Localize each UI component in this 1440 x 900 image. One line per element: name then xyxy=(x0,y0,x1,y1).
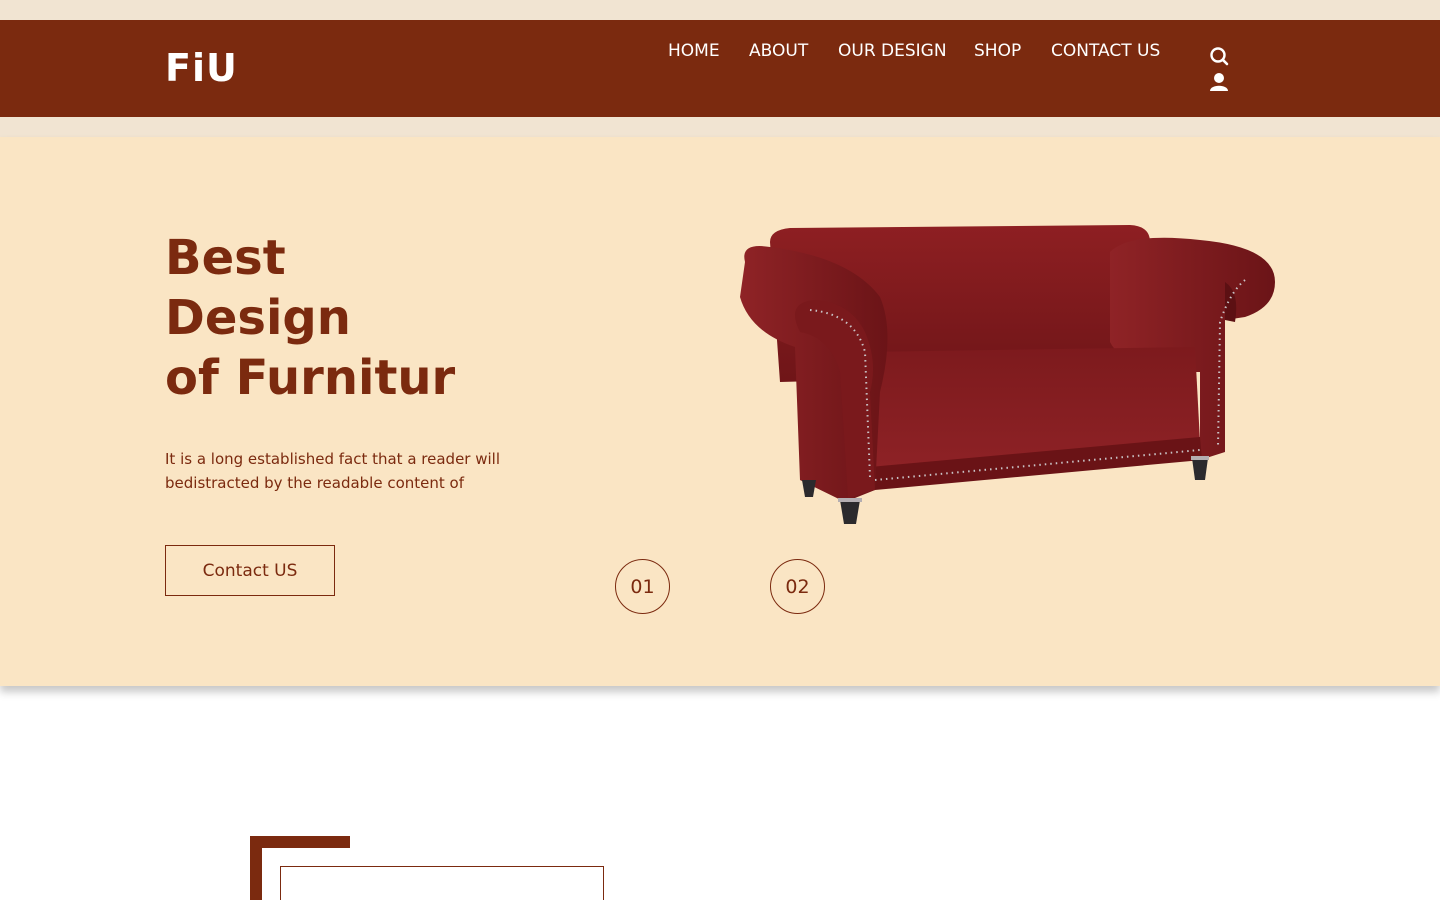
nav-link-about[interactable]: ABOUT xyxy=(749,35,808,68)
decorative-frame-box xyxy=(280,866,604,900)
nav-link-contact-us[interactable]: CONTACT US xyxy=(1051,35,1161,68)
hero-title-line: of Furnitur xyxy=(165,350,456,406)
top-strip xyxy=(0,0,1440,20)
hero-description: It is a long established fact that a rea… xyxy=(165,450,501,492)
site-logo[interactable]: FiU xyxy=(165,46,238,90)
sofa-image xyxy=(740,225,1275,524)
user-icon[interactable] xyxy=(1208,71,1230,93)
slide-indicator-01[interactable]: 01 xyxy=(615,559,670,614)
nav-link-our-design[interactable]: OUR DESIGN xyxy=(838,35,948,68)
hero-title-line: Design xyxy=(165,290,351,346)
hero-title: Best Design of Furnitur xyxy=(165,228,455,408)
nav-link-shop[interactable]: SHOP xyxy=(974,35,1021,68)
header-bottom-strip xyxy=(0,117,1440,137)
hero-title-line: Best xyxy=(165,230,286,286)
hero-section: Best Design of Furnitur It is a long est… xyxy=(0,137,1440,686)
search-icon[interactable] xyxy=(1208,45,1230,67)
slide-indicator-02[interactable]: 02 xyxy=(770,559,825,614)
nav-link-home[interactable]: HOME xyxy=(668,35,720,68)
site-header: FiU HOME ABOUT OUR DESIGN SHOP CONTACT U… xyxy=(0,20,1440,117)
contact-us-button[interactable]: Contact US xyxy=(165,545,335,596)
